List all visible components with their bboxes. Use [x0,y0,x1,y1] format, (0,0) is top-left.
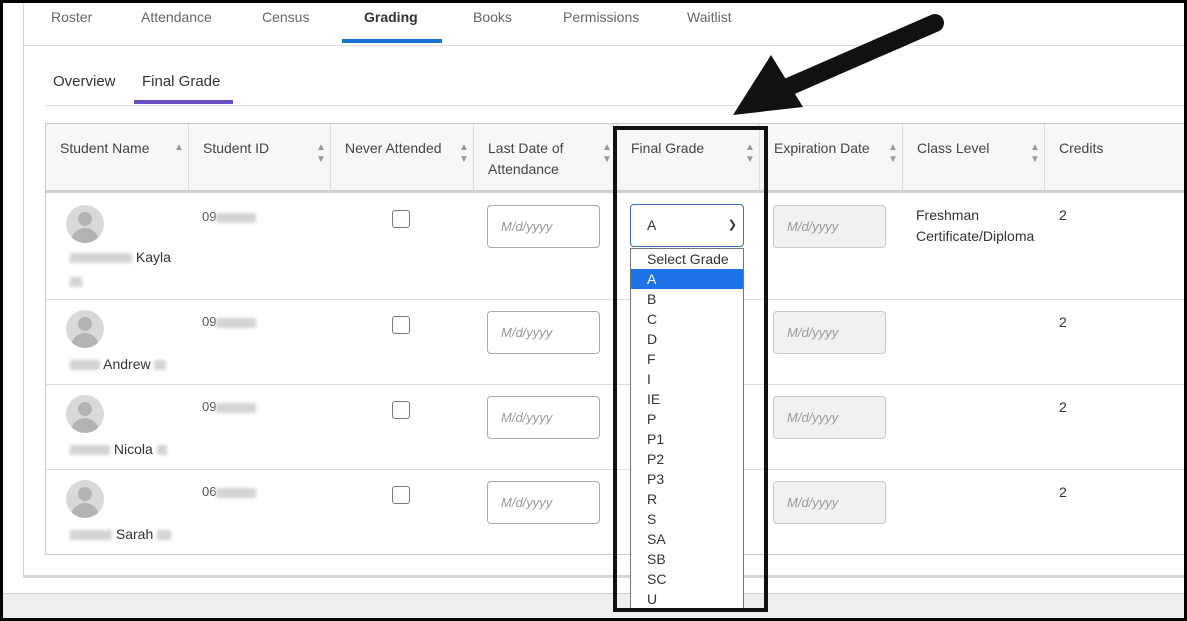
sort-icon[interactable]: ▲ ▼ [459,142,469,170]
expiration-date-input[interactable]: M/d/yyyy [773,311,886,354]
last-date-input[interactable]: M/d/yyyy [487,311,600,354]
expiration-date-input[interactable]: M/d/yyyy [773,481,886,524]
student-first-name: Andrew [103,356,151,372]
credits: 2 [1059,207,1067,223]
tab-census[interactable]: Census [262,9,309,25]
avatar-icon [66,395,104,433]
student-id-prefix: 09 [202,399,217,414]
arrow-icon [733,14,944,115]
active-tab-indicator [342,39,442,43]
redacted-text [70,445,110,456]
credits: 2 [1059,314,1067,330]
footer-bar [3,593,1184,618]
student-id: 06 [202,484,257,499]
expiration-date-input[interactable]: M/d/yyyy [773,396,886,439]
redacted-text [70,277,82,287]
student-name[interactable]: Nicola [70,441,167,457]
credits: 2 [1059,484,1067,500]
last-date-input[interactable]: M/d/yyyy [487,481,600,524]
col-student-name[interactable]: Student Name ▲ [46,124,189,190]
never-attended-checkbox[interactable] [392,210,410,228]
student-name[interactable]: Kayla [70,249,171,265]
avatar-icon [66,310,104,348]
col-label: Student ID [203,140,270,156]
redacted-text [216,317,257,328]
col-label: Student Name [60,140,150,156]
sort-icon[interactable]: ▲ ▼ [602,142,612,170]
student-id-prefix: 09 [202,314,217,329]
redacted-text [154,360,167,371]
redacted-text [157,530,172,541]
never-attended-checkbox[interactable] [392,316,410,334]
last-date-input[interactable]: M/d/yyyy [487,396,600,439]
sort-icon[interactable]: ▲ [174,142,184,170]
col-never-attended[interactable]: Never Attended ▲ ▼ [331,124,474,190]
tab-roster[interactable]: Roster [51,9,92,25]
tab-attendance[interactable]: Attendance [141,9,212,25]
redacted-text [70,253,132,264]
student-name[interactable]: Andrew [70,356,167,372]
screenshot-frame: Roster Attendance Census Grading Books P… [0,0,1187,621]
redacted-text [216,402,257,413]
credits: 2 [1059,399,1067,415]
student-first-name: Kayla [135,249,171,265]
active-subtab-indicator [134,100,233,104]
student-id: 09 [202,314,257,329]
col-label: Class Level [917,140,990,156]
avatar-icon [66,205,104,243]
student-id: 09 [202,209,257,224]
redacted-text [216,487,257,498]
student-id: 09 [202,399,257,414]
col-last-date-attendance[interactable]: Last Date of Attendance ▲ ▼ [474,124,617,190]
never-attended-checkbox[interactable] [392,486,410,504]
sort-icon[interactable]: ▲ ▼ [888,142,898,170]
col-student-id[interactable]: Student ID ▲ ▼ [189,124,331,190]
sub-tab-bar: Overview Final Grade [45,67,1184,106]
col-label: Expiration Date [774,140,870,156]
subtab-overview[interactable]: Overview [53,73,116,90]
sort-icon[interactable]: ▲ ▼ [1030,142,1040,170]
col-credits: Credits [1045,124,1184,190]
last-date-input[interactable]: M/d/yyyy [487,205,600,248]
never-attended-checkbox[interactable] [392,401,410,419]
avatar-icon [66,480,104,518]
top-tab-bar: Roster Attendance Census Grading Books P… [23,3,1184,46]
student-first-name: Nicola [113,441,153,457]
redacted-text [70,530,112,541]
student-first-name: Sarah [115,526,154,542]
tab-grading[interactable]: Grading [364,9,418,25]
col-class-level[interactable]: Class Level ▲ ▼ [903,124,1045,190]
col-label: Never Attended [345,140,442,156]
tab-books[interactable]: Books [473,9,512,25]
student-id-prefix: 06 [202,484,217,499]
student-name[interactable]: Sarah [70,526,172,542]
redacted-text [216,212,257,223]
class-level: Freshman Certificate/Diploma [916,207,1035,244]
sort-icon[interactable]: ▲ ▼ [316,142,326,170]
tab-permissions[interactable]: Permissions [563,9,639,25]
col-label: Credits [1059,140,1104,156]
annotation-highlight-box [613,126,768,612]
subtab-final-grade[interactable]: Final Grade [142,73,220,90]
expiration-date-input[interactable]: M/d/yyyy [773,205,886,248]
redacted-text [70,360,100,371]
col-label: Last Date of Attendance [488,140,564,177]
redacted-text [156,445,167,456]
col-expiration-date[interactable]: Expiration Date ▲ ▼ [760,124,903,190]
student-id-prefix: 09 [202,209,217,224]
